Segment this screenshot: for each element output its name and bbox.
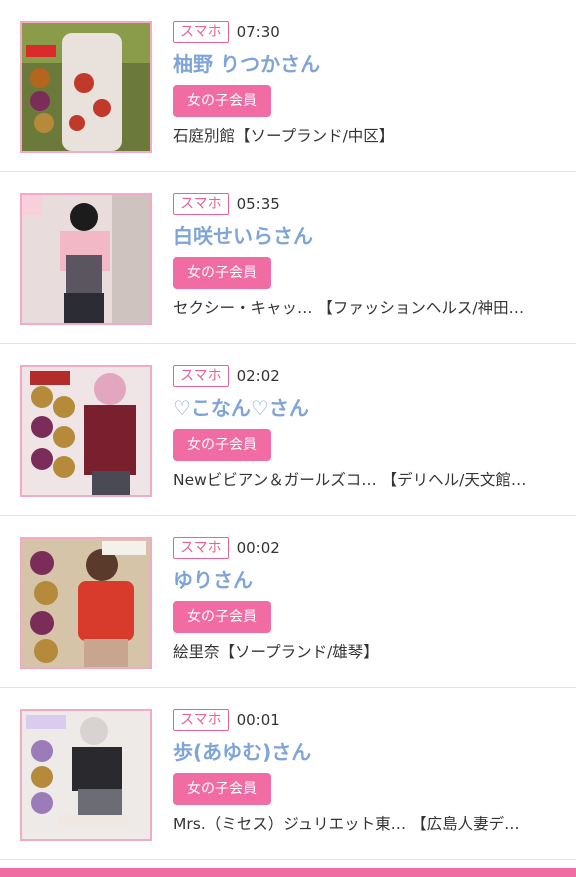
girl-name-link[interactable]: ♡こなん♡さん (173, 395, 564, 423)
device-badge: スマホ (173, 21, 229, 43)
girl-name-link[interactable]: 歩(あゆむ)さん (173, 739, 564, 767)
post-time: 02:02 (236, 367, 280, 385)
shop-info[interactable]: 石庭別館【ソープランド/中区】 (173, 125, 564, 147)
shop-info[interactable]: Newビビアン＆ガールズコ… 【デリヘル/天文館… (173, 469, 564, 491)
photo-image (22, 539, 150, 667)
list-item[interactable]: スマホ 02:02 ♡こなん♡さん 女の子会員 Newビビアン＆ガールズコ… 【… (0, 344, 576, 516)
profile-photo[interactable] (20, 21, 152, 153)
photo-image (22, 367, 150, 495)
girl-name-link[interactable]: 柚野 りつかさん (173, 51, 564, 79)
girl-name-link[interactable]: 白咲せいらさん (173, 223, 564, 251)
member-badge: 女の子会員 (173, 773, 271, 805)
device-badge: スマホ (173, 537, 229, 559)
list-item[interactable]: スマホ 07:30 柚野 りつかさん 女の子会員 石庭別館【ソープランド/中区】 (0, 0, 576, 172)
list-item[interactable]: スマホ 00:01 歩(あゆむ)さん 女の子会員 Mrs.（ミセス）ジュリエット… (0, 688, 576, 860)
photo-image (22, 711, 150, 839)
member-badge: 女の子会員 (173, 257, 271, 289)
device-badge: スマホ (173, 365, 229, 387)
profile-photo[interactable] (20, 709, 152, 841)
shop-info[interactable]: Mrs.（ミセス）ジュリエット東… 【広島人妻デ… (173, 813, 564, 835)
footer-bar (0, 868, 576, 877)
girl-name-link[interactable]: ゆりさん (173, 567, 564, 595)
list-item[interactable]: スマホ 05:35 白咲せいらさん 女の子会員 セクシー・キャッ… 【ファッショ… (0, 172, 576, 344)
member-badge: 女の子会員 (173, 429, 271, 461)
profile-photo[interactable] (20, 365, 152, 497)
list-item[interactable]: スマホ 00:02 ゆりさん 女の子会員 絵里奈【ソープランド/雄琴】 (0, 516, 576, 688)
profile-photo[interactable] (20, 193, 152, 325)
member-badge: 女の子会員 (173, 601, 271, 633)
shop-info[interactable]: 絵里奈【ソープランド/雄琴】 (173, 641, 564, 663)
device-badge: スマホ (173, 709, 229, 731)
post-time: 07:30 (236, 23, 280, 41)
photo-image (22, 23, 150, 151)
post-time: 00:01 (236, 711, 280, 729)
photo-image (22, 195, 150, 323)
post-time: 05:35 (236, 195, 280, 213)
post-list: スマホ 07:30 柚野 りつかさん 女の子会員 石庭別館【ソープランド/中区】… (0, 0, 576, 860)
member-badge: 女の子会員 (173, 85, 271, 117)
profile-photo[interactable] (20, 537, 152, 669)
post-time: 00:02 (236, 539, 280, 557)
shop-info[interactable]: セクシー・キャッ… 【ファッションヘルス/神田… (173, 297, 564, 319)
device-badge: スマホ (173, 193, 229, 215)
